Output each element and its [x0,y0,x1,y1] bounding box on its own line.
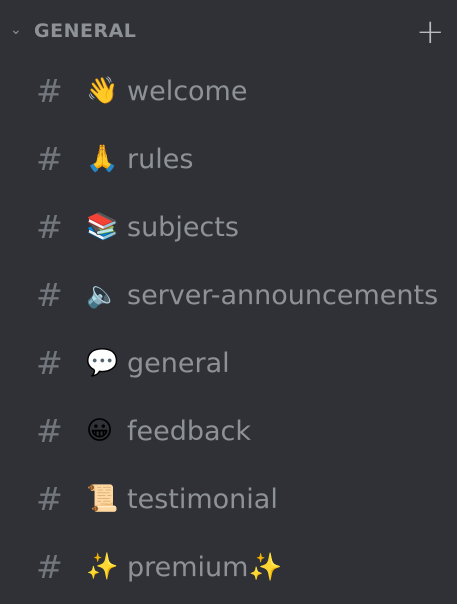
channel-name: rules [127,143,194,175]
channel-testimonial[interactable]: # 📜 testimonial [0,474,457,524]
channel-name: testimonial [127,483,278,515]
channel-emoji: 📚 [86,212,119,242]
channel-subjects[interactable]: # 📚 subjects [0,202,457,252]
channel-premium[interactable]: # ✨ premium✨ [0,542,457,592]
channel-name: general [127,347,230,379]
channel-emoji: 🔈 [86,280,119,310]
hash-icon: # [36,548,63,586]
hash-icon: # [36,412,63,450]
channel-name: premium✨ [127,552,283,583]
chevron-down-icon[interactable]: ⌄ [10,22,22,38]
channel-rules[interactable]: # 🙏 rules [0,134,457,184]
category-header[interactable]: ⌄ GENERAL + [0,12,457,52]
channel-emoji: 💬 [86,348,119,378]
plus-icon[interactable]: + [416,12,445,52]
channel-server-announcements[interactable]: # 🔈 server-announcements [0,270,457,320]
channel-emoji: 👋 [86,76,119,106]
channel-emoji: 📜 [86,484,119,514]
category-title: GENERAL [34,20,137,42]
channel-welcome[interactable]: # 👋 welcome [0,66,457,116]
channel-emoji: 😀 [86,416,114,446]
channel-name: server-announcements [127,279,439,311]
hash-icon: # [36,208,63,246]
hash-icon: # [36,344,63,382]
hash-icon: # [36,72,63,110]
hash-icon: # [36,276,63,314]
channel-name: feedback [127,415,252,447]
channel-name: subjects [127,211,239,243]
channel-emoji: 🙏 [86,144,119,174]
channel-feedback[interactable]: # 😀 feedback [0,406,457,456]
channel-general[interactable]: # 💬 general [0,338,457,388]
hash-icon: # [36,140,63,178]
channel-emoji: ✨ [86,552,119,582]
hash-icon: # [36,480,63,518]
channel-name: welcome [127,75,248,107]
